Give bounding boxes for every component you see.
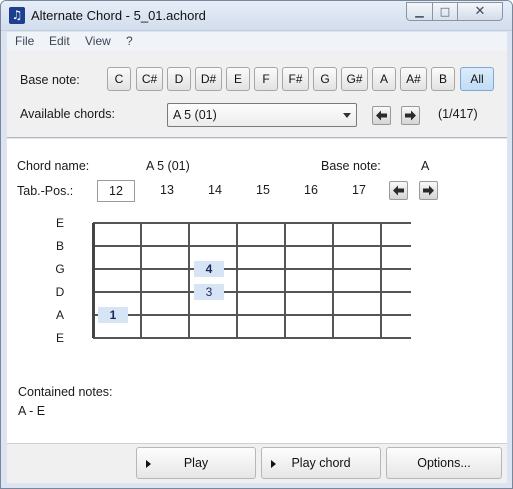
note-button-f[interactable]: F bbox=[254, 67, 278, 91]
note-button-e[interactable]: E bbox=[226, 67, 250, 91]
note-button-f-sharp[interactable]: F# bbox=[282, 67, 309, 91]
options-button[interactable]: Options... bbox=[386, 447, 502, 479]
note-button-g[interactable]: G bbox=[313, 67, 337, 91]
chord-counter: (1/417) bbox=[438, 107, 478, 121]
tab-position-16[interactable]: 16 bbox=[292, 180, 330, 202]
menu-help[interactable]: ? bbox=[126, 34, 133, 48]
finger-marker-d[interactable]: 3 bbox=[194, 284, 224, 300]
menu-file[interactable]: File bbox=[15, 34, 34, 48]
title-bar: ♫ Alternate Chord - 5_01.achord ▁ □ ✕ bbox=[1, 1, 512, 31]
window-title: Alternate Chord - 5_01.achord bbox=[31, 8, 206, 23]
arrow-left-icon bbox=[376, 110, 387, 121]
previous-position-button[interactable] bbox=[389, 181, 408, 200]
string-label-low-e: E bbox=[55, 331, 64, 345]
string-label-b: B bbox=[55, 239, 64, 253]
action-bar: Play Play chord Options... bbox=[7, 443, 507, 483]
string-label-d: D bbox=[55, 285, 65, 299]
note-button-all[interactable]: All bbox=[460, 67, 494, 91]
chord-name-label: Chord name: bbox=[17, 159, 90, 173]
chord-dropdown[interactable]: A 5 (01) bbox=[167, 103, 357, 127]
tab-position-14[interactable]: 14 bbox=[196, 180, 234, 202]
available-chords-label: Available chords: bbox=[20, 107, 115, 121]
string-label-a: A bbox=[55, 308, 64, 322]
note-button-d[interactable]: D bbox=[167, 67, 191, 91]
arrow-right-icon bbox=[423, 185, 434, 196]
next-chord-button[interactable] bbox=[401, 106, 420, 125]
menu-edit[interactable]: Edit bbox=[49, 34, 70, 48]
tab-position-15[interactable]: 15 bbox=[244, 180, 282, 202]
play-button[interactable]: Play bbox=[136, 447, 256, 479]
note-button-g-sharp[interactable]: G# bbox=[341, 67, 368, 91]
note-button-c-sharp[interactable]: C# bbox=[136, 67, 163, 91]
app-window: ♫ Alternate Chord - 5_01.achord ▁ □ ✕ Fi… bbox=[0, 0, 513, 489]
contained-notes-label: Contained notes: bbox=[18, 385, 113, 399]
string-label-high-e: E bbox=[55, 216, 64, 230]
chord-selection-panel: Base note: C C# D D# E F F# G G# A A# B … bbox=[7, 51, 507, 138]
fret-line bbox=[380, 223, 382, 338]
base-note-label: Base note: bbox=[20, 73, 80, 87]
note-button-a[interactable]: A bbox=[372, 67, 396, 91]
menu-bar: File Edit View ? bbox=[7, 32, 507, 51]
contained-notes-value: A - E bbox=[18, 404, 46, 418]
music-note-icon: ♫ bbox=[9, 7, 25, 24]
fret-line bbox=[332, 223, 334, 338]
tab-position-12[interactable]: 12 bbox=[97, 180, 135, 202]
arrow-left-icon bbox=[393, 185, 404, 196]
tab-position-17[interactable]: 17 bbox=[340, 180, 378, 202]
note-button-d-sharp[interactable]: D# bbox=[195, 67, 222, 91]
finger-marker-g[interactable]: 4 bbox=[194, 261, 224, 277]
options-button-label: Options... bbox=[417, 456, 471, 470]
maximize-button[interactable]: □ bbox=[432, 2, 458, 21]
chevron-down-icon bbox=[343, 113, 351, 118]
chord-base-note-value: A bbox=[421, 159, 430, 173]
minimize-button[interactable]: ▁ bbox=[406, 2, 433, 21]
note-button-a-sharp[interactable]: A# bbox=[400, 67, 427, 91]
play-chord-button-label: Play chord bbox=[291, 456, 351, 470]
chord-base-note-label: Base note: bbox=[321, 159, 381, 173]
close-button[interactable]: ✕ bbox=[457, 2, 503, 21]
note-button-c[interactable]: C bbox=[107, 67, 131, 91]
play-chord-button[interactable]: Play chord bbox=[261, 447, 381, 479]
finger-marker-a[interactable]: 1 bbox=[98, 307, 128, 323]
menu-view[interactable]: View bbox=[85, 34, 111, 48]
fret-line bbox=[188, 223, 190, 338]
note-button-b[interactable]: B bbox=[431, 67, 455, 91]
tab-position-13[interactable]: 13 bbox=[148, 180, 186, 202]
fret-line bbox=[140, 223, 142, 338]
previous-chord-button[interactable] bbox=[372, 106, 391, 125]
fret-line bbox=[284, 223, 286, 338]
chord-dropdown-value: A 5 (01) bbox=[173, 108, 217, 122]
play-button-label: Play bbox=[183, 456, 209, 470]
chord-name-value: A 5 (01) bbox=[146, 159, 190, 173]
string-label-g: G bbox=[55, 262, 65, 276]
chord-display-panel: Chord name: A 5 (01) Base note: A Tab.-P… bbox=[7, 139, 507, 443]
fretboard-nut bbox=[92, 223, 95, 338]
arrow-right-icon bbox=[405, 110, 416, 121]
tab-position-label: Tab.-Pos.: bbox=[17, 184, 74, 198]
next-position-button[interactable] bbox=[419, 181, 438, 200]
fret-line bbox=[236, 223, 238, 338]
